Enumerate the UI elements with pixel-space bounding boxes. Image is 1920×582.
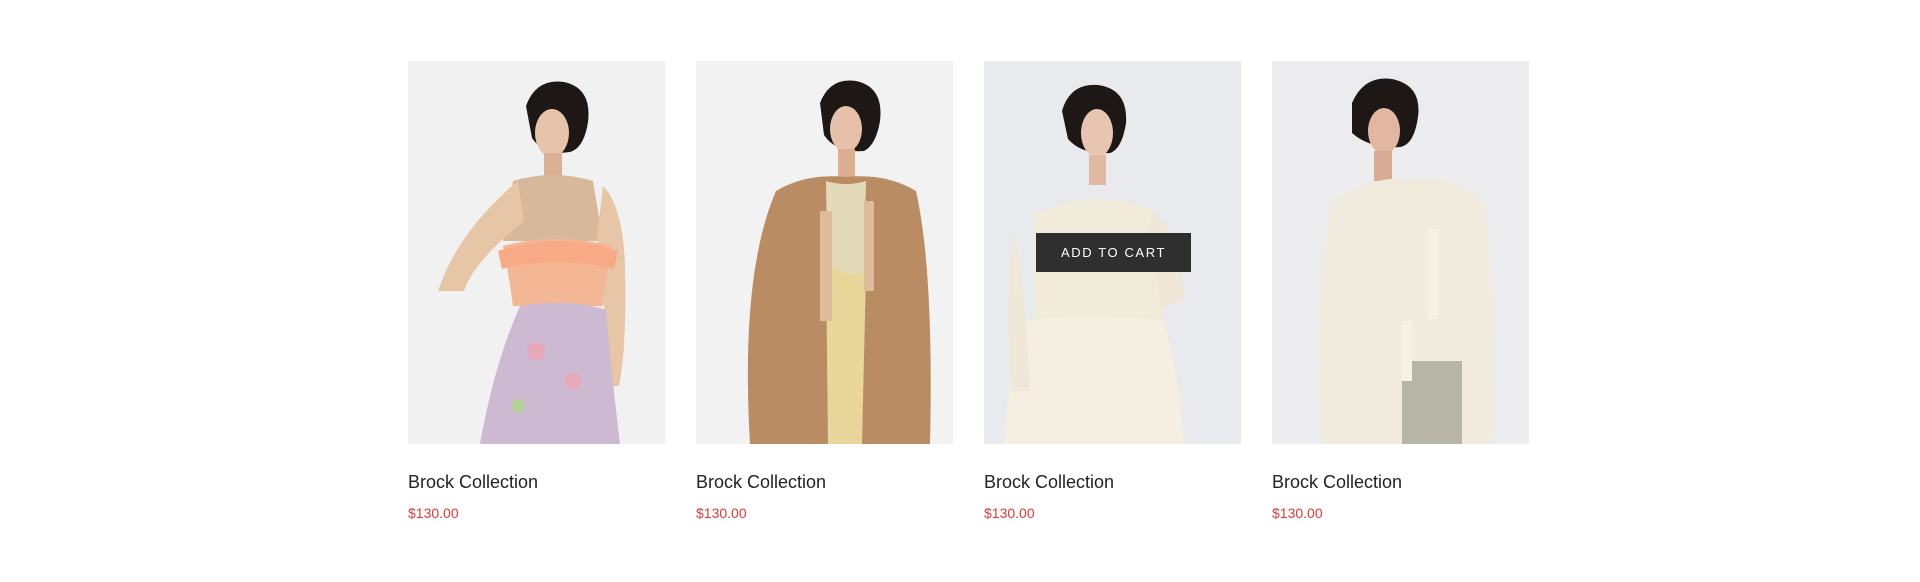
- product-image[interactable]: ADD TO CART: [984, 61, 1241, 444]
- product-price: $130.00: [696, 505, 747, 521]
- add-to-cart-button[interactable]: ADD TO CART: [1036, 233, 1191, 272]
- product-grid: Brock Collection $130.00 Brock Collectio…: [408, 61, 1529, 522]
- product-price: $130.00: [1272, 505, 1323, 521]
- model-photo-floral-ruffle: [408, 61, 665, 444]
- product-name[interactable]: Brock Collection: [984, 471, 1241, 493]
- model-photo-cream-jacket: [1272, 61, 1529, 444]
- product-card: Brock Collection $130.00: [696, 61, 953, 522]
- product-price: $130.00: [984, 505, 1035, 521]
- product-card: ADD TO CART Brock Collection $130.00: [984, 61, 1241, 522]
- product-name[interactable]: Brock Collection: [408, 471, 665, 493]
- product-price: $130.00: [408, 505, 459, 521]
- product-name[interactable]: Brock Collection: [696, 471, 953, 493]
- product-image[interactable]: [408, 61, 665, 444]
- product-card: Brock Collection $130.00: [1272, 61, 1529, 522]
- product-image[interactable]: [1272, 61, 1529, 444]
- model-photo-camel-coat: [696, 61, 953, 444]
- product-image[interactable]: [696, 61, 953, 444]
- product-name[interactable]: Brock Collection: [1272, 471, 1529, 493]
- product-card: Brock Collection $130.00: [408, 61, 665, 522]
